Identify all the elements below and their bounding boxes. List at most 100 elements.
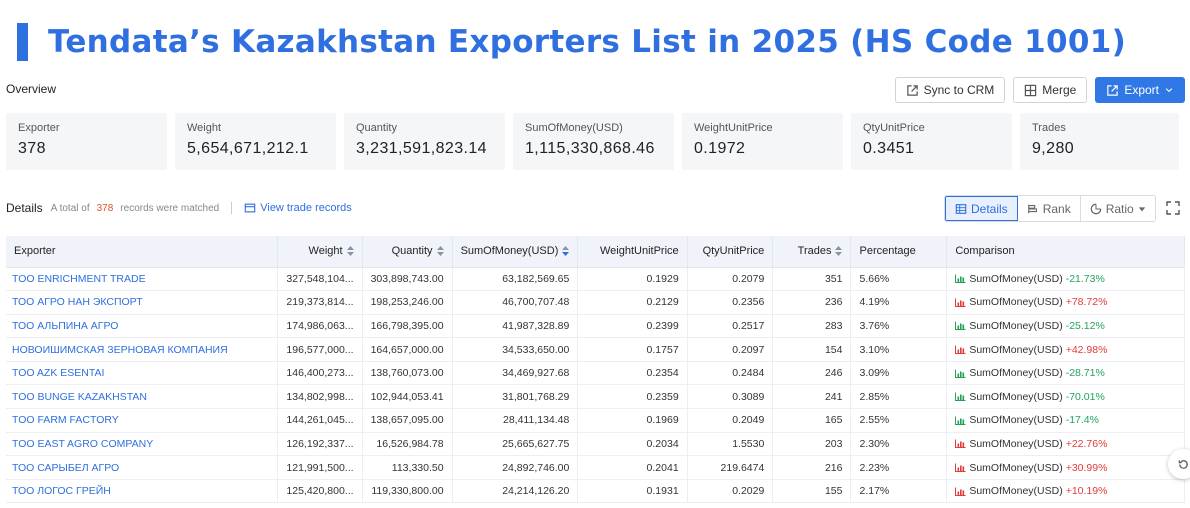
- quantity-cell: 198,253,246.00: [362, 290, 453, 315]
- table-row: ТОО ЛОГОС ГРЕЙН 125,420,800... 119,330,800…: [6, 479, 1185, 504]
- sum-of-money-cell: 63,182,569.65: [452, 267, 579, 292]
- bar-chart-icon[interactable]: [955, 274, 966, 284]
- weight-unit-price-cell: 0.2129: [577, 290, 688, 315]
- exporter-name[interactable]: ТОО АЛЬПИНА АГРО: [6, 314, 279, 339]
- comparison: SumOfMoney(USD) -21.73%: [955, 273, 1176, 285]
- weight-cell: 134,802,998...: [277, 384, 363, 410]
- tab-details[interactable]: Details: [945, 196, 1018, 221]
- comparison-label: SumOfMoney(USD): [969, 272, 1063, 285]
- merge-button[interactable]: Merge: [1013, 77, 1088, 103]
- comparison-change: +42.98%: [1065, 343, 1108, 356]
- exporter-name[interactable]: TOO ENRICHMENT TRADE: [6, 267, 279, 292]
- export-label: Export: [1124, 83, 1159, 97]
- tab-details-label: Details: [971, 201, 1008, 216]
- qty-unit-price-cell: 0.2079: [687, 267, 774, 292]
- sum-of-money-cell: 34,469,927.68: [452, 361, 579, 386]
- percentage-cell: 2.17%: [850, 479, 948, 504]
- quantity-cell: 16,526,984.78: [362, 432, 453, 457]
- trades-cell: 283: [772, 314, 852, 339]
- sync-label: Sync to CRM: [923, 83, 995, 97]
- export-button[interactable]: Export: [1095, 77, 1185, 103]
- comparison-label: SumOfMoney(USD): [969, 296, 1063, 309]
- merge-icon: [1025, 84, 1037, 96]
- exporter-name[interactable]: НОВОИШИМСКАЯ ЗЕРНОВАЯ КОМПАНИЯ: [6, 337, 279, 362]
- table-row: ТОО САРЫБЕЛ АГРО 121,991,500... 113,330.50…: [6, 455, 1185, 480]
- stat-value: 9,280: [1032, 140, 1075, 157]
- comparison: SumOfMoney(USD) -28.71%: [955, 367, 1176, 379]
- weight-unit-price-cell: 0.1969: [577, 408, 688, 433]
- sort-icon[interactable]: [835, 246, 843, 257]
- tab-ratio[interactable]: Ratio: [1081, 196, 1155, 221]
- col-quantity[interactable]: Quantity: [362, 236, 453, 268]
- bar-chart-icon[interactable]: [955, 298, 966, 307]
- bar-chart-icon[interactable]: [955, 321, 966, 331]
- sort-desc-icon[interactable]: [562, 246, 570, 257]
- sort-icon[interactable]: [346, 246, 354, 257]
- col-trades[interactable]: Trades: [772, 236, 852, 268]
- tab-rank[interactable]: Rank: [1018, 196, 1081, 221]
- quantity-cell: 113,330.50: [362, 455, 453, 480]
- comparison-label: SumOfMoney(USD): [969, 390, 1063, 403]
- comparison-change: +78.72%: [1065, 296, 1108, 309]
- stat-value: 0.1972: [694, 140, 746, 157]
- export-icon: [1107, 84, 1119, 96]
- col-weight-unit-price[interactable]: WeightUnitPrice: [577, 236, 688, 268]
- page-header: Tendata’s Kazakhstan Exporters List in 2…: [17, 20, 1126, 64]
- bar-chart-icon[interactable]: [955, 369, 966, 378]
- bar-chart-icon[interactable]: [955, 487, 966, 496]
- records-count: 378: [96, 202, 114, 214]
- col-percentage: Percentage: [850, 236, 948, 268]
- sum-of-money-cell: 24,892,746.00: [452, 455, 579, 480]
- exporter-name[interactable]: TOO FARM FACTORY: [6, 408, 279, 433]
- history-float-button[interactable]: [1168, 449, 1190, 479]
- exporter-name[interactable]: ТОО САРЫБЕЛ АГРО: [6, 455, 279, 480]
- exporter-name[interactable]: ТОО ЛОГОС ГРЕЙН: [6, 479, 279, 504]
- exporter-name[interactable]: TOO BUNGE KAZAKHSTAN: [6, 384, 279, 410]
- stat-weight: Weight 5,654,671,212.1: [175, 113, 336, 170]
- weight-cell: 126,192,337...: [277, 432, 363, 457]
- col-weight[interactable]: Weight: [277, 236, 363, 268]
- records-suffix: records were matched: [120, 202, 220, 214]
- view-trade-records-link[interactable]: View trade records: [244, 202, 352, 214]
- ratio-icon: [1090, 203, 1102, 214]
- percentage-cell: 3.09%: [850, 361, 948, 386]
- exporter-name[interactable]: TOO AZK ESENTAI: [6, 361, 279, 386]
- comparison-cell: SumOfMoney(USD) +42.98%: [946, 337, 1185, 362]
- qty-unit-price-cell: 219.6474: [687, 455, 774, 480]
- col-sum-of-money[interactable]: SumOfMoney(USD): [452, 236, 579, 268]
- col-qty-unit-price[interactable]: QtyUnitPrice: [687, 236, 774, 268]
- bar-chart-icon[interactable]: [955, 345, 966, 355]
- exporter-name[interactable]: TOO EAST AGRO COMPANY: [6, 432, 279, 457]
- fullscreen-icon[interactable]: [1165, 200, 1181, 216]
- table-row: TOO ENRICHMENT TRADE 327,548,104... 303,89…: [6, 267, 1185, 292]
- trades-cell: 351: [772, 267, 852, 292]
- percentage-cell: 2.30%: [850, 432, 948, 457]
- details-label: Details: [6, 201, 43, 215]
- trades-cell: 246: [772, 361, 852, 386]
- comparison-change: +30.99%: [1065, 461, 1108, 474]
- bar-chart-icon[interactable]: [955, 392, 966, 402]
- merge-label: Merge: [1042, 83, 1077, 97]
- table-row: TOO BUNGE KAZAKHSTAN 134,802,998... 102,94…: [6, 384, 1185, 410]
- weight-cell: 125,420,800...: [277, 479, 363, 504]
- comparison: SumOfMoney(USD) -17.4%: [955, 414, 1176, 426]
- title-accent-bar: [17, 23, 28, 61]
- stat-trades: Trades 9,280: [1020, 113, 1179, 170]
- col-exporter[interactable]: Exporter: [6, 236, 279, 268]
- bar-chart-icon[interactable]: [955, 439, 966, 449]
- stat-label: Quantity: [356, 122, 397, 134]
- sync-to-crm-button[interactable]: Sync to CRM: [894, 77, 1006, 103]
- stat-qty-unit-price: QtyUnitPrice 0.3451: [851, 113, 1012, 170]
- sum-of-money-cell: 28,411,134.48: [452, 408, 579, 433]
- sort-icon[interactable]: [436, 246, 444, 257]
- bar-chart-icon[interactable]: [955, 416, 966, 425]
- bar-chart-icon[interactable]: [955, 463, 966, 473]
- sum-of-money-cell: 25,665,627.75: [452, 432, 579, 457]
- weight-cell: 121,991,500...: [277, 455, 363, 480]
- weight-unit-price-cell: 0.2041: [577, 455, 688, 480]
- weight-cell: 174,986,063...: [277, 314, 363, 339]
- comparison-cell: SumOfMoney(USD) +78.72%: [946, 290, 1185, 315]
- exporter-name[interactable]: ТОО АГРО НАН ЭКСПОРТ: [6, 290, 279, 315]
- qty-unit-price-cell: 1.5530: [687, 432, 774, 457]
- history-icon: [1178, 459, 1188, 469]
